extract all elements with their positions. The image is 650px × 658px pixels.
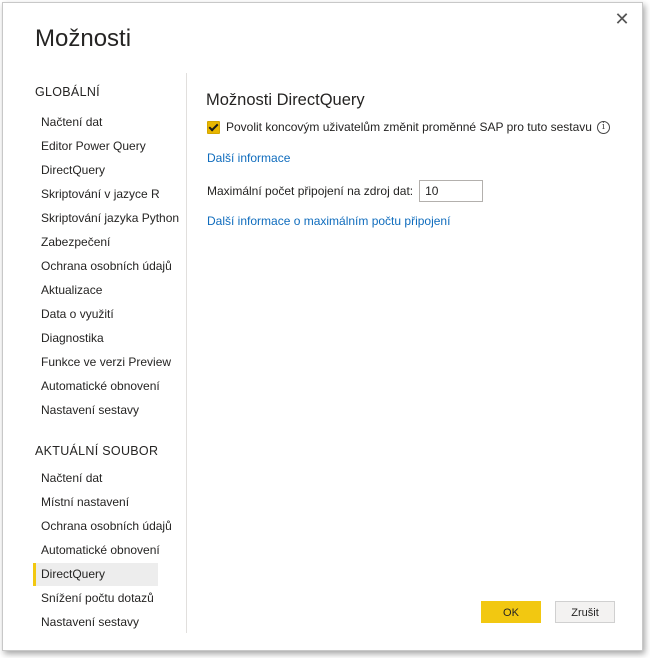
sidebar-item-directquery-file[interactable]: DirectQuery: [33, 563, 158, 586]
sidebar: GLOBÁLNÍ Načtení dat Editor Power Query …: [33, 73, 187, 633]
sap-variables-option: Povolit koncovým uživatelům změnit promě…: [207, 120, 610, 134]
sidebar-item-auto-recovery-global[interactable]: Automatické obnovení: [33, 375, 160, 398]
more-info-link[interactable]: Další informace: [207, 151, 290, 165]
sidebar-item-usage-data[interactable]: Data o využití: [33, 303, 158, 326]
dialog-title: Možnosti: [35, 25, 132, 52]
section-header-global: GLOBÁLNÍ: [35, 85, 100, 99]
sidebar-item-report-settings-file[interactable]: Nastavení sestavy: [33, 611, 158, 634]
sidebar-item-privacy-global[interactable]: Ochrana osobních údajů: [33, 255, 172, 278]
max-connections-input[interactable]: [419, 180, 484, 202]
sap-variables-label[interactable]: Povolit koncovým uživatelům změnit promě…: [226, 120, 592, 134]
sidebar-item-report-settings-global[interactable]: Nastavení sestavy: [33, 399, 158, 422]
options-dialog: ✕ Možnosti GLOBÁLNÍ Načtení dat Editor P…: [2, 2, 643, 651]
sidebar-item-query-reduction[interactable]: Snížení počtu dotazů: [33, 587, 158, 610]
sidebar-item-updates[interactable]: Aktualizace: [33, 279, 158, 302]
sidebar-item-security[interactable]: Zabezpečení: [33, 231, 158, 254]
sidebar-item-diagnostics[interactable]: Diagnostika: [33, 327, 158, 350]
max-connections-label: Maximální počet připojení na zdroj dat:: [207, 184, 414, 198]
cancel-button[interactable]: Zrušit: [555, 601, 615, 623]
sidebar-item-python-scripting[interactable]: Skriptování jazyka Python: [33, 207, 179, 230]
content-title: Možnosti DirectQuery: [206, 91, 365, 109]
sidebar-item-regional-settings[interactable]: Místní nastavení: [33, 491, 158, 514]
ok-button[interactable]: OK: [481, 601, 541, 623]
sidebar-item-privacy-file[interactable]: Ochrana osobních údajů: [33, 515, 172, 538]
sidebar-item-power-query-editor[interactable]: Editor Power Query: [33, 135, 158, 158]
sidebar-item-r-scripting[interactable]: Skriptování v jazyce R: [33, 183, 160, 206]
max-connections-info-link[interactable]: Další informace o maximálním počtu připo…: [207, 214, 450, 228]
sidebar-item-preview-features[interactable]: Funkce ve verzi Preview: [33, 351, 171, 374]
sidebar-item-load-data-file[interactable]: Načtení dat: [33, 467, 158, 490]
section-header-current-file: AKTUÁLNÍ SOUBOR: [35, 444, 159, 458]
sidebar-item-directquery-global[interactable]: DirectQuery: [33, 159, 158, 182]
close-icon[interactable]: ✕: [612, 9, 632, 29]
max-connections-row: Maximální počet připojení na zdroj dat:: [207, 180, 484, 202]
sap-variables-checkbox[interactable]: [207, 120, 220, 134]
sidebar-item-load-data-global[interactable]: Načtení dat: [33, 111, 158, 134]
sidebar-item-auto-recovery-file[interactable]: Automatické obnovení: [33, 539, 160, 562]
info-icon[interactable]: i: [596, 120, 610, 134]
